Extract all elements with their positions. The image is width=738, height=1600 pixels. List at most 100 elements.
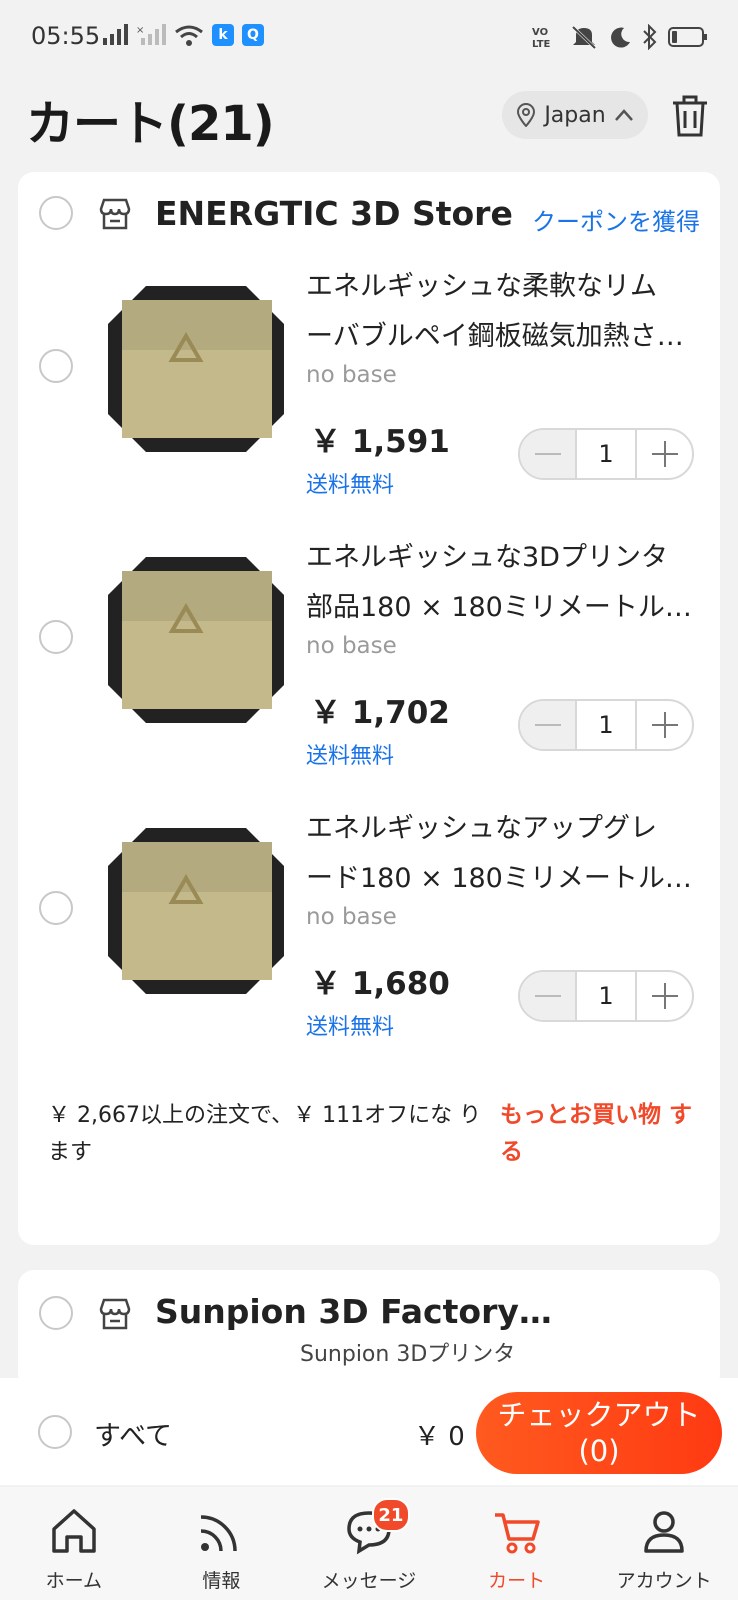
checkout-label: チェックアウト — [497, 1398, 701, 1432]
home-icon — [52, 1509, 96, 1553]
store-icon — [99, 1298, 131, 1330]
item-title-line: エネルギッシュな3Dプリンタ — [306, 542, 668, 573]
increase-button[interactable] — [635, 430, 692, 478]
minus-icon — [534, 724, 561, 726]
store-card-sunpion: Sunpion 3D Factory… — [18, 1270, 720, 1390]
svg-text:LTE: LTE — [532, 39, 551, 49]
plus-icon — [651, 441, 678, 467]
status-left-icons: × k Q — [102, 24, 264, 46]
minus-icon — [534, 995, 561, 997]
item-title-line: 部品180 × 180ミリメートル… — [306, 592, 692, 623]
store-icon — [99, 198, 131, 230]
item-title[interactable]: エネルギッシュな柔軟なリム ーバブルペイ鋼板磁気加熱さ… — [306, 262, 706, 362]
item-title-line: エネルギッシュな柔軟なリム — [306, 271, 657, 302]
shop-more-link[interactable]: もっとお買い物 する — [500, 1097, 700, 1171]
partial-item-title[interactable]: Sunpion 3Dプリンタ — [300, 1336, 515, 1368]
store-select-radio[interactable] — [39, 196, 73, 230]
region-selector[interactable]: Japan — [502, 91, 648, 139]
moon-icon — [611, 27, 630, 48]
nav-feed[interactable]: 情報 — [148, 1487, 296, 1600]
nav-cart[interactable]: カート — [443, 1487, 591, 1600]
nav-label: カート — [488, 1570, 546, 1592]
signal-icon — [103, 24, 128, 45]
increase-button[interactable] — [635, 701, 692, 749]
total-price: ￥ 0 — [414, 1422, 465, 1452]
item-price: ￥ 1,591 — [310, 424, 450, 460]
location-pin-icon — [517, 103, 536, 127]
store-card-energtic: ENERGTIC 3D Store クーポンを獲得 エネルギッシュな柔軟なリム … — [18, 172, 720, 1245]
increase-button[interactable] — [635, 972, 692, 1020]
quantity-stepper: 1 — [518, 428, 694, 480]
volte-icon: VOLTE — [532, 27, 551, 49]
svg-text:×: × — [136, 25, 144, 36]
item-select-radio[interactable] — [39, 891, 73, 925]
store-name[interactable]: Sunpion 3D Factory… — [155, 1292, 552, 1331]
free-shipping-label: 送料無料 — [306, 1015, 395, 1040]
item-title-line: エネルギッシュなアップグレ — [306, 813, 657, 844]
item-select-radio[interactable] — [39, 620, 73, 654]
plus-icon — [651, 983, 678, 1009]
item-variant[interactable]: no base — [306, 362, 397, 388]
decrease-button[interactable] — [520, 972, 577, 1020]
nav-account[interactable]: アカウント — [590, 1487, 738, 1600]
nav-messages[interactable]: 21 メッセージ — [295, 1487, 443, 1600]
battery-icon — [668, 27, 707, 47]
quantity-stepper: 1 — [518, 699, 694, 751]
product-image[interactable] — [96, 274, 296, 464]
feed-icon — [201, 1515, 238, 1552]
app-k-icon: k — [212, 24, 234, 46]
quantity-value[interactable]: 1 — [577, 701, 635, 749]
checkout-count: (0) — [578, 1434, 620, 1468]
status-time: 05:55 — [31, 22, 101, 50]
nav-label: アカウント — [616, 1570, 712, 1592]
cart-item: エネルギッシュな3Dプリンタ 部品180 × 180ミリメートル… no bas… — [18, 523, 720, 769]
chevron-up-icon — [614, 109, 633, 121]
free-shipping-label: 送料無料 — [306, 744, 395, 769]
page-title: カート(21) — [26, 96, 275, 152]
product-image[interactable] — [96, 816, 296, 1006]
item-price: ￥ 1,680 — [310, 966, 450, 1002]
status-right-icons: VO LTE — [532, 24, 708, 50]
store-name[interactable]: ENERGTIC 3D Store — [155, 194, 513, 233]
select-all-label[interactable]: すべて — [94, 1414, 172, 1453]
promo-text: ￥ 2,667以上の注文で、￥ 111オフにな ります — [48, 1103, 482, 1165]
checkout-button[interactable]: チェックアウト (0) — [476, 1392, 722, 1474]
bottom-nav: ホーム 情報 21 メッセージ カート アカウント — [0, 1487, 738, 1600]
wifi-icon — [175, 25, 203, 46]
account-icon — [644, 1511, 684, 1553]
item-variant[interactable]: no base — [306, 904, 397, 930]
nav-label: メッセージ — [321, 1570, 417, 1592]
quantity-value[interactable]: 1 — [577, 430, 635, 478]
item-select-radio[interactable] — [39, 349, 73, 383]
item-variant[interactable]: no base — [306, 633, 397, 659]
cart-item: エネルギッシュなアップグレ ード180 × 180ミリメートルk… no bas… — [18, 794, 720, 1040]
svg-text:VO: VO — [532, 27, 548, 38]
status-bar: 05:55 × k Q VO LTE — [0, 0, 738, 72]
product-image[interactable] — [96, 545, 296, 735]
quantity-value[interactable]: 1 — [577, 972, 635, 1020]
minus-icon — [534, 453, 561, 455]
message-count-badge: 21 — [371, 1498, 410, 1532]
item-price: ￥ 1,702 — [310, 695, 450, 731]
store-select-radio[interactable] — [39, 1296, 73, 1330]
nav-label: 情報 — [202, 1570, 241, 1592]
coupon-link[interactable]: クーポンを獲得 — [532, 202, 700, 237]
quantity-stepper: 1 — [518, 970, 694, 1022]
decrease-button[interactable] — [520, 430, 577, 478]
item-title-line: ーバブルペイ鋼板磁気加熱さ… — [306, 321, 684, 352]
cart-item: エネルギッシュな柔軟なリム ーバブルペイ鋼板磁気加熱さ… no base ￥ 1… — [18, 252, 720, 498]
item-title[interactable]: エネルギッシュなアップグレ ード180 × 180ミリメートルk… — [306, 804, 706, 904]
nav-home[interactable]: ホーム — [0, 1487, 148, 1600]
nav-label: ホーム — [45, 1570, 103, 1592]
item-title[interactable]: エネルギッシュな3Dプリンタ 部品180 × 180ミリメートル… — [306, 533, 706, 633]
mute-icon — [571, 25, 597, 50]
cart-icon — [494, 1513, 540, 1554]
app-q-icon: Q — [242, 24, 264, 46]
bluetooth-icon — [643, 24, 657, 50]
select-all-radio[interactable] — [38, 1415, 72, 1449]
plus-icon — [651, 712, 678, 738]
trash-icon[interactable] — [670, 94, 710, 138]
decrease-button[interactable] — [520, 701, 577, 749]
checkout-bar: すべて ￥ 0 チェックアウト (0) — [0, 1378, 738, 1485]
region-label: Japan — [544, 102, 606, 128]
